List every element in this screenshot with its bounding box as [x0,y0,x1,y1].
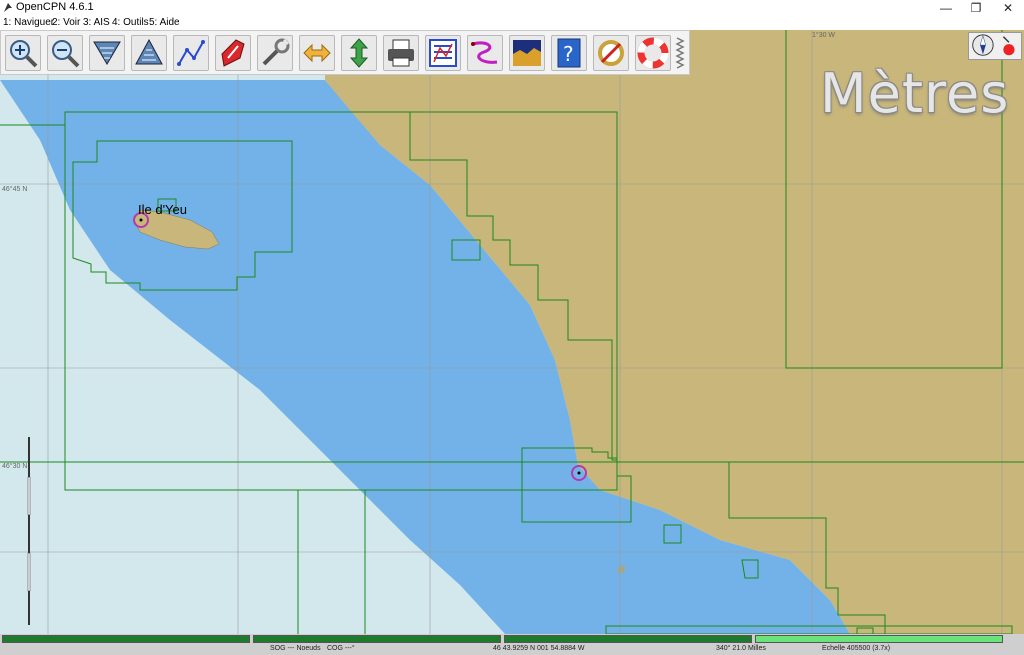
bearing-distance-readout: 340° 21.0 Milles [716,645,766,652]
scale-out-icon [135,38,163,65]
window-title: OpenCPN 4.6.1 [16,1,94,13]
text-button[interactable] [299,35,335,71]
route-button[interactable] [173,35,209,71]
cog-readout: COG ---° [327,645,355,652]
waypoint-center-dot [139,218,143,222]
status-segment-1 [2,635,250,643]
boat-icon [221,39,245,67]
menu-voir[interactable]: 2: Voir [52,17,80,28]
zoom-out-icon [52,40,80,68]
menu-naviguer[interactable]: 1: Naviguer [3,17,54,28]
main-toolbar: ? [0,30,690,75]
menu-outils[interactable]: 4: Outils [112,17,149,28]
lat-label-46-30: 46°30 N [2,463,28,470]
status-bar: SOG --- Noeuds COG ---° 46 43.9259 N 001… [0,634,1024,655]
mob-button[interactable] [635,35,671,71]
route-manager-button[interactable] [425,35,461,71]
menu-ais[interactable]: 3: AIS [83,17,110,28]
position-readout: 46 43.9259 N 001 54.8884 W [493,645,585,652]
track-button[interactable] [467,35,503,71]
track-icon [471,41,498,64]
zoom-in-icon [10,40,38,68]
close-icon[interactable]: ✕ [992,0,1024,16]
zoom-out-button[interactable] [47,35,83,71]
status-segment-2 [253,635,501,643]
zoom-in-button[interactable] [5,35,41,71]
up-down-icon [349,38,369,68]
tools-icon [598,40,624,66]
print-button[interactable] [383,35,419,71]
compass-widget[interactable] [968,32,1022,60]
print-icon [388,39,414,67]
chart-scale-bar [27,437,31,625]
scale-out-button[interactable] [131,35,167,71]
opencpn-logo-icon [4,3,12,12]
help-button[interactable]: ? [551,35,587,71]
waypoint-center-dot [577,471,581,475]
up-down-button[interactable] [341,35,377,71]
help-icon: ? [557,38,581,68]
title-bar: OpenCPN 4.6.1 — ❐ ✕ [0,0,1024,16]
text-icon [303,43,331,63]
sog-readout: SOG --- Noeuds [270,645,321,652]
auto-follow-button[interactable] [215,35,251,71]
toolbar-grip-icon[interactable] [675,36,685,70]
lon-label-1-30: 1°30 W [812,32,836,39]
depth-unit-watermark: Mètres [820,62,1010,125]
svg-text:?: ? [563,42,574,66]
restore-icon[interactable]: ❐ [960,0,992,16]
lat-label-46-45: 46°45 N [2,186,28,193]
north-arrow-icon [972,34,1015,56]
menu-aide[interactable]: 5: Aide [149,17,180,28]
chart-scale-readout: Echelle 405500 (3.7x) [822,645,891,652]
mob-tools-button[interactable] [593,35,629,71]
minimize-icon[interactable]: — [930,0,962,16]
tide-button[interactable] [509,35,545,71]
settings-button[interactable] [257,35,293,71]
tide-icon [513,40,541,66]
wrench-icon [262,38,290,66]
status-segment-3 [504,635,752,643]
menu-bar: 1: Naviguer 2: Voir 3: AIS 4: Outils 5: … [0,16,1024,30]
scale-in-button[interactable] [89,35,125,71]
route-manager-icon [429,39,457,67]
lifebuoy-icon [637,37,669,69]
status-segment-4 [755,635,1003,643]
island-label: Ile d'Yeu [138,202,187,217]
route-icon [177,40,205,66]
scale-in-icon [93,41,121,65]
